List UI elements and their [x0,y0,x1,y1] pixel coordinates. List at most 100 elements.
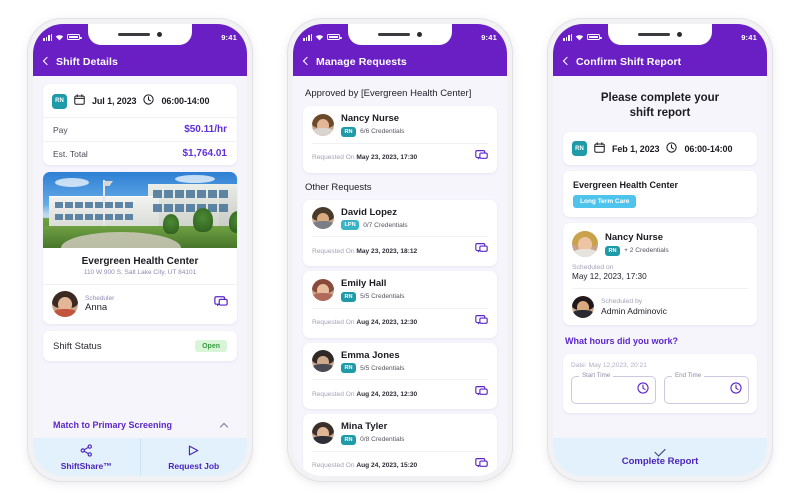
share-icon [80,443,93,459]
battery-icon [327,33,342,41]
avatar [572,230,598,257]
requested-on: Requested On May 23, 2023, 17:30 [312,154,417,161]
requested-on-value: Aug 24, 2023, 15:20 [356,462,418,469]
requester-name: Emma Jones [341,349,400,361]
content-shift-details: RN Jul 1, 2023 06:00-14:00 Pay $50.11/hr [33,76,247,438]
chat-bubble-icon[interactable] [214,295,228,314]
requested-on-value: Aug 24, 2023, 12:30 [356,319,418,326]
report-date-line: Date: May 12,2023, 20:21 [571,361,647,369]
scheduled-by-text: Scheduled by Admin Adminovic [601,298,667,316]
status-bar-left [563,33,602,41]
request-row[interactable]: Emily Hall RN 5/5 Credentials Requested … [303,271,497,338]
request-footer: Requested On Aug 24, 2023, 12:30 [312,379,488,403]
start-time-input[interactable]: Start Time [571,372,656,404]
credential-count: 0/7 Credentials [363,221,408,229]
scheduler-text: Scheduler Anna [85,295,207,313]
lead-line-1: Please complete your [600,92,720,104]
screen-shift-details: 9:41 Shift Details RN Jul 1, 2023 06:00-… [33,24,247,476]
requested-on: Requested On Aug 24, 2023, 12:30 [312,319,417,326]
request-row[interactable]: Nancy Nurse RN 6/6 Credentials Requested… [303,106,497,173]
request-row[interactable]: David Lopez LPN 0/7 Credentials Requeste… [303,199,497,266]
complete-report-button[interactable]: Complete Report [553,438,767,476]
scheduler-row[interactable]: Scheduler Anna [43,285,237,324]
requested-on: Requested On May 23, 2023, 18:12 [312,248,417,255]
facility-name: Evergreen Health Center [573,179,679,190]
lead-line-2: shift report [629,107,691,120]
status-bar: 9:41 [553,24,767,50]
battery-icon [67,33,82,41]
speaker-grille [638,32,670,37]
clock-icon[interactable] [637,381,649,399]
chevron-left-icon[interactable] [562,56,572,66]
end-time-input[interactable]: End Time [664,372,749,404]
est-total-label: Est. Total [53,148,88,159]
facility-address: 110 W 900 S, Salt Lake City, UT 84101 [43,269,237,285]
request-row[interactable]: Emma Jones RN 5/5 Credentials Requested … [303,342,497,409]
chat-bubble-icon[interactable] [475,242,488,260]
chat-bubble-icon[interactable] [475,385,488,403]
chat-bubble-icon[interactable] [475,149,488,167]
request-row[interactable]: Mina Tyler RN 0/8 Credentials Requested … [303,414,497,476]
credential-badge: RN [341,434,357,445]
status-bar: 9:41 [33,24,247,50]
front-camera [157,32,162,37]
status-bar-clock: 9:41 [741,32,757,42]
page-title: Shift Details [56,55,118,68]
status-bar-left [43,33,82,41]
phone-manage-requests: 9:41 Manage Requests Approved by [Evergr… [288,19,512,481]
requester-name: David Lopez [341,206,397,218]
shiftshare-button[interactable]: ShiftShare™ [33,438,140,476]
credential-badge: RN [341,291,357,302]
status-bar-left [303,33,342,41]
notch [608,24,712,45]
credential-count: + 2 Credentials [624,247,669,255]
content-confirm-shift-report: Please complete your shift report RN Feb… [553,76,767,438]
avatar [52,291,78,317]
clock-icon[interactable] [730,381,742,399]
app-header-confirm-shift-report: Confirm Shift Report [553,50,767,76]
avatar [312,207,334,230]
request-header: Nancy Nurse RN 6/6 Credentials [312,113,488,137]
chat-bubble-icon[interactable] [475,457,488,475]
request-job-button[interactable]: Request Job [139,438,248,476]
screen-confirm-shift-report: 9:41 Confirm Shift Report Please complet… [553,24,767,476]
match-to-primary-screening-row[interactable]: Match to Primary Screening [43,411,237,438]
scheduled-by: Scheduled by Admin Adminovic [572,287,748,318]
chevron-up-icon[interactable] [219,422,229,431]
page-title: Confirm Shift Report [576,55,682,68]
three-phone-mockup: 9:41 Shift Details RN Jul 1, 2023 06:00-… [0,0,800,500]
window-row [153,190,228,198]
credential-line: RN 6/6 Credentials [341,126,488,137]
window-row [55,214,133,220]
shift-date: Feb 1, 2023 [612,143,660,154]
worker-card: Nancy Nurse RN + 2 Credentials Scheduled… [563,222,757,325]
chevron-left-icon[interactable] [302,56,312,66]
shift-meta-row: RN Jul 1, 2023 06:00-14:00 [43,84,237,118]
request-footer: Requested On Aug 24, 2023, 12:30 [312,307,488,332]
scheduled-by-value: Admin Adminovic [601,305,667,316]
worker-name: Nancy Nurse [605,232,664,244]
request-info: Mina Tyler RN 0/8 Credentials [341,421,488,445]
credential-line: RN 0/8 Credentials [341,434,488,445]
chat-bubble-icon[interactable] [475,314,488,332]
avatar [312,421,334,444]
credential-line: RN 5/5 Credentials [341,291,488,302]
notch [88,24,192,45]
credential-line: LPN 0/7 Credentials [341,220,488,230]
speaker-grille [378,32,410,37]
page-title: Manage Requests [316,55,407,68]
request-header: Emma Jones RN 5/5 Credentials [312,349,488,373]
scheduled-on: Scheduled on May 12, 2023, 17:30 [572,264,748,281]
requested-on-label: Requested On [312,319,355,326]
credential-count: 5/5 Credentials [360,293,405,300]
worker-header: Nancy Nurse RN + 2 Credentials [572,230,748,257]
status-bar: 9:41 [293,24,507,50]
pay-row: Pay $50.11/hr [43,118,237,141]
scheduler-label: Scheduler [85,295,115,302]
scheduled-on-value: May 12, 2023, 17:30 [572,271,647,281]
match-label: Match to Primary Screening [53,420,173,430]
chevron-left-icon[interactable] [42,56,52,66]
request-info: David Lopez LPN 0/7 Credentials [341,206,488,230]
